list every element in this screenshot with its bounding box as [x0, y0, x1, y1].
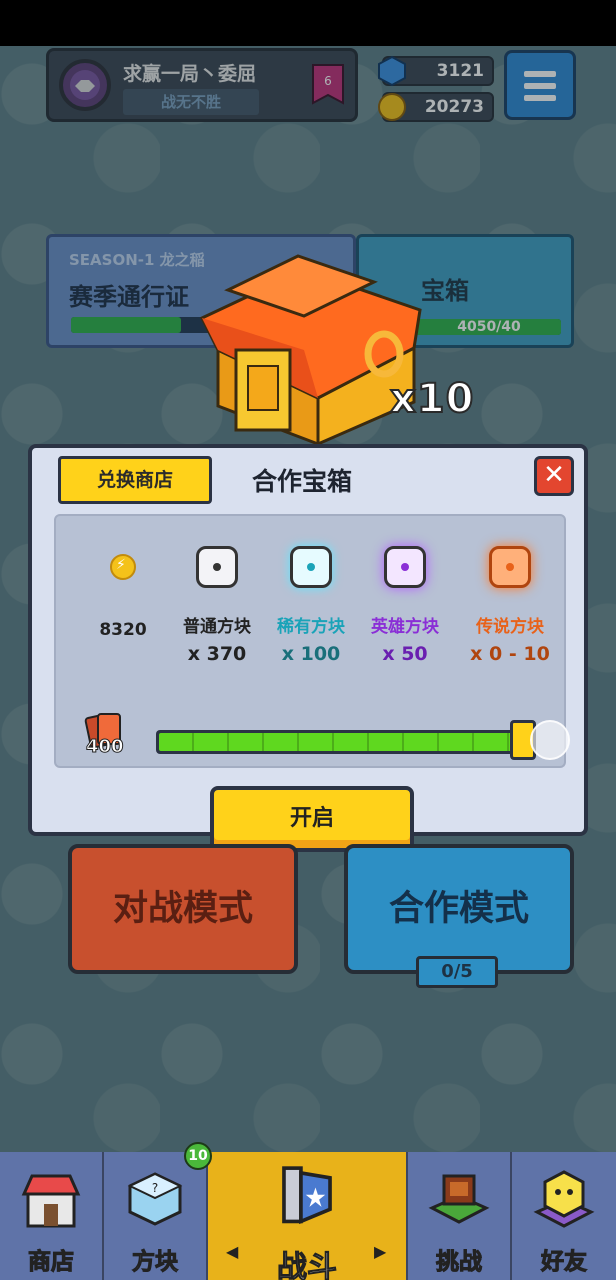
tab-friends[interactable]: 好友 — [512, 1152, 616, 1280]
coop-mode-button[interactable]: 合作模式 — [344, 844, 574, 974]
status-bar — [0, 0, 616, 46]
svg-text:?: ? — [152, 1181, 158, 1195]
next-arrow-icon[interactable]: ▶ — [374, 1242, 386, 1261]
reward-legend-cube: 传说方块 x 0 - 10 — [454, 544, 566, 665]
slider-fill — [159, 733, 525, 751]
hero-cube-icon — [384, 546, 426, 588]
reward-hero-cube: 英雄方块 x 50 — [360, 544, 450, 665]
bottom-nav: 商店 ? 方块 战斗 挑战 好友 — [0, 1152, 616, 1280]
coop-count: 0/5 — [416, 956, 498, 988]
close-icon: ✕ — [543, 460, 565, 490]
friends-icon — [533, 1170, 595, 1228]
battle-icon — [282, 1166, 332, 1225]
tab-challenge[interactable]: 挑战 — [408, 1152, 512, 1280]
game-screen: 求赢一局丶委屈 战无不胜 6 3121 20273 SEASON-1 龙之稲 赛… — [0, 46, 616, 1280]
reward-list: 8320 普通方块 x 370 稀有方块 x 100 英雄方块 x 50 传说方… — [54, 514, 566, 720]
close-button[interactable]: ✕ — [534, 456, 574, 496]
dialog-title: 合作宝箱 — [252, 467, 353, 496]
dice-badge: 10 — [184, 1142, 212, 1170]
quantity-slider[interactable] — [156, 730, 528, 754]
rare-cube-icon — [290, 546, 332, 588]
legend-cube-icon — [489, 546, 531, 588]
reward-coins: 8320 — [78, 544, 168, 646]
reward-common-cube: 普通方块 x 370 — [172, 544, 262, 665]
slider-knob[interactable] — [530, 720, 570, 760]
exchange-shop-tab[interactable]: 兑换商店 — [58, 456, 212, 504]
card-count: 400 — [86, 736, 125, 758]
reward-rare-cube: 稀有方块 x 100 — [266, 544, 356, 665]
prev-arrow-icon[interactable]: ◀ — [226, 1242, 238, 1261]
common-cube-icon — [196, 546, 238, 588]
open-button[interactable]: 开启 — [210, 786, 414, 852]
shop-icon — [21, 1174, 81, 1228]
tab-dice[interactable]: ? 方块 — [104, 1152, 208, 1280]
pvp-mode-button[interactable]: 对战模式 — [68, 844, 298, 974]
coin-icon — [110, 554, 136, 580]
chest-multiplier: x10 — [389, 375, 475, 423]
tab-shop[interactable]: 商店 — [0, 1152, 104, 1280]
coop-chest-dialog: 兑换商店 合作宝箱 ✕ 8320 普通方块 x 370 稀有方块 x 100 — [28, 444, 588, 852]
dice-icon: ? — [127, 1172, 183, 1226]
challenge-icon — [428, 1174, 490, 1224]
